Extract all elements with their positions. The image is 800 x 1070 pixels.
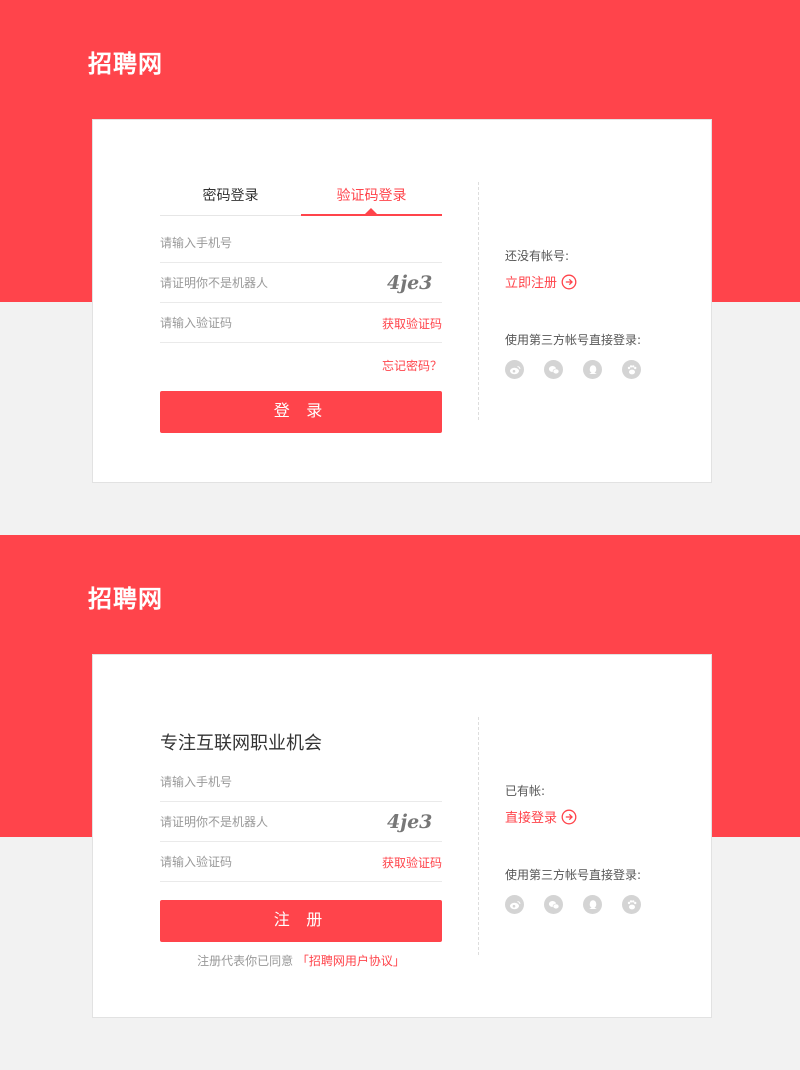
agreement-prefix: 注册代表你已同意 [197,954,294,968]
register-link-label: 立即注册 [505,276,558,291]
register-button[interactable]: 注 册 [160,900,442,942]
captcha-input[interactable] [160,802,360,841]
captcha-field: 4je3 [160,263,442,303]
get-code-button[interactable]: 获取验证码 [382,854,442,871]
wechat-icon[interactable] [544,895,563,914]
no-account-label: 还没有帐号: [505,249,570,263]
forgot-password-link[interactable]: 忘记密码？ [160,343,442,391]
phone-input[interactable] [160,762,360,801]
qq-icon[interactable] [583,360,602,379]
third-party-label: 使用第三方帐号直接登录: [505,333,642,347]
have-account-label: 已有帐: [505,784,546,798]
agreement-link[interactable]: 「招聘网用户协议」 [297,954,405,968]
wechat-icon[interactable] [544,360,563,379]
baidu-icon[interactable] [622,360,641,379]
register-link[interactable]: 立即注册 [505,272,577,291]
circle-arrow-right-icon [561,809,577,824]
register-card: 专注互联网职业机会 4je3 获取验证码 注 册 注册代表你已同意 「招聘网用户… [92,654,712,1018]
login-side: 还没有帐号: 立即注册 使用第三方帐号直接登录: [505,247,695,379]
card-divider [478,717,479,955]
baidu-icon[interactable] [622,895,641,914]
card-divider [478,182,479,420]
weibo-icon[interactable] [505,360,524,379]
active-tab-caret-icon [365,208,377,214]
captcha-text: 4je3 [387,272,432,294]
sms-code-field: 获取验证码 [160,842,442,882]
login-panel: 招聘网 密码登录 验证码登录 4je3 获取验证码 忘记密码？ [0,0,800,520]
site-logo[interactable]: 招聘网 [88,44,163,79]
agreement-text: 注册代表你已同意 「招聘网用户协议」 [160,952,442,969]
qq-icon[interactable] [583,895,602,914]
site-logo[interactable]: 招聘网 [88,579,163,614]
social-icons [505,360,695,379]
circle-arrow-right-icon [561,274,577,289]
captcha-field: 4je3 [160,802,442,842]
weibo-icon[interactable] [505,895,524,914]
captcha-input[interactable] [160,263,360,302]
login-form: 密码登录 验证码登录 4je3 获取验证码 忘记密码？ 登 录 [160,182,442,433]
captcha-image[interactable]: 4je3 [386,808,438,834]
tab-sms-login[interactable]: 验证码登录 [301,182,442,210]
get-code-button[interactable]: 获取验证码 [382,315,442,332]
login-button[interactable]: 登 录 [160,391,442,433]
sms-code-input[interactable] [160,842,360,881]
register-side: 已有帐: 直接登录 使用第三方帐号直接登录: [505,782,695,914]
phone-input[interactable] [160,223,360,262]
active-tab-underline [301,214,442,216]
register-panel: 招聘网 专注互联网职业机会 4je3 获取验证码 注 册 注册代表你已同意 「招… [0,535,800,1070]
third-party-label: 使用第三方帐号直接登录: [505,868,642,882]
sms-code-field: 获取验证码 [160,303,442,343]
login-tabs: 密码登录 验证码登录 [160,182,442,216]
login-link[interactable]: 直接登录 [505,807,577,826]
captcha-text: 4je3 [387,811,432,833]
login-card: 密码登录 验证码登录 4je3 获取验证码 忘记密码？ 登 录 [92,119,712,483]
tab-password-login[interactable]: 密码登录 [160,182,301,210]
social-icons [505,895,695,914]
sms-code-input[interactable] [160,303,360,342]
phone-field [160,762,442,802]
phone-field [160,223,442,263]
register-form: 专注互联网职业机会 4je3 获取验证码 注 册 注册代表你已同意 「招聘网用户… [160,729,442,969]
register-heading: 专注互联网职业机会 [160,733,322,754]
login-link-label: 直接登录 [505,811,558,826]
captcha-image[interactable]: 4je3 [386,269,438,295]
